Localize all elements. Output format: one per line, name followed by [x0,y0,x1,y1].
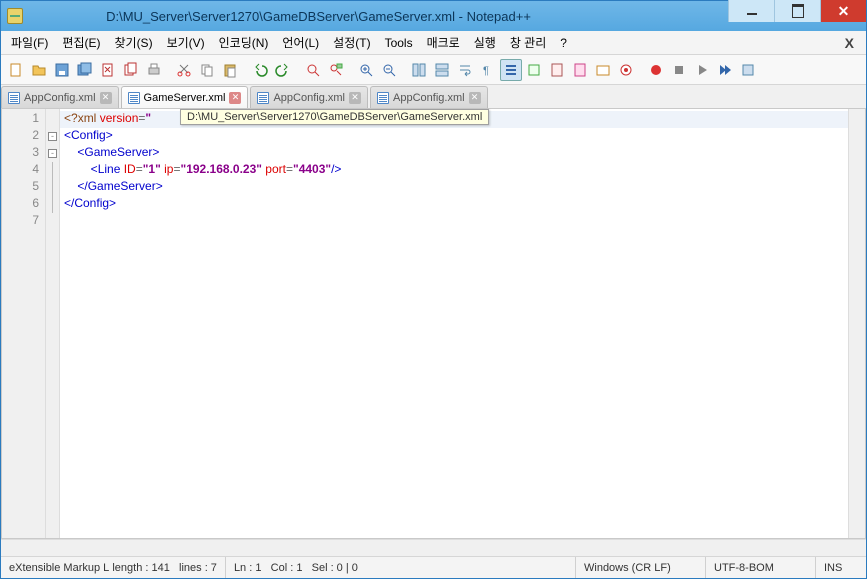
monitor-icon[interactable] [615,59,637,81]
tab-appconfig-1[interactable]: AppConfig.xml ✕ [1,86,119,108]
show-all-chars-icon[interactable]: ¶ [477,59,499,81]
menu-view[interactable]: 보기(V) [161,32,211,53]
close-tab-icon[interactable]: ✕ [229,92,241,104]
svg-text:¶: ¶ [483,65,489,77]
file-icon [128,92,140,104]
menu-search[interactable]: 찾기(S) [108,32,158,53]
menubar: 파일(F) 편집(E) 찾기(S) 보기(V) 인코딩(N) 언어(L) 설정(… [1,31,866,55]
tab-label: AppConfig.xml [24,92,96,104]
editor-container: 1234567 -- D:\MU_Server\Server1270\GameD… [1,109,866,556]
folder-panel-icon[interactable] [592,59,614,81]
zoom-in-icon[interactable] [355,59,377,81]
tab-tooltip: D:\MU_Server\Server1270\GameDBServer\Gam… [180,109,489,125]
tab-label: GameServer.xml [144,92,226,104]
tabbar: AppConfig.xml ✕ GameServer.xml ✕ AppConf… [1,85,866,109]
tab-appconfig-2[interactable]: AppConfig.xml ✕ [250,86,368,108]
close-doc-button[interactable]: X [837,35,862,51]
tab-appconfig-3[interactable]: AppConfig.xml ✕ [370,86,488,108]
save-all-icon[interactable] [74,59,96,81]
sync-v-icon[interactable] [408,59,430,81]
record-macro-icon[interactable] [645,59,667,81]
toolbar: ¶ [1,55,866,85]
status-insert-mode: INS [816,557,866,578]
zoom-out-icon[interactable] [378,59,400,81]
open-file-icon[interactable] [28,59,50,81]
undo-icon[interactable] [249,59,271,81]
menu-macro[interactable]: 매크로 [421,32,466,53]
vertical-scrollbar[interactable] [848,109,865,538]
window-title: D:\MU_Server\Server1270\GameDBServer\Gam… [29,9,728,24]
tab-label: AppConfig.xml [393,92,465,104]
save-icon[interactable] [51,59,73,81]
app-window: D:\MU_Server\Server1270\GameDBServer\Gam… [0,0,867,579]
menu-tools[interactable]: Tools [379,34,419,52]
tab-gameserver[interactable]: GameServer.xml ✕ [121,86,249,108]
tab-label: AppConfig.xml [273,92,345,104]
status-lang: eXtensible Markup L length : 141 lines :… [1,557,226,578]
menu-help[interactable]: ? [554,34,573,52]
maximize-button[interactable] [774,0,820,22]
code-area[interactable]: D:\MU_Server\Server1270\GameDBServer\Gam… [60,109,848,538]
replace-icon[interactable] [325,59,347,81]
stop-macro-icon[interactable] [668,59,690,81]
play-macro-icon[interactable] [691,59,713,81]
titlebar: D:\MU_Server\Server1270\GameDBServer\Gam… [1,1,866,31]
close-tab-icon[interactable]: ✕ [469,92,481,104]
save-macro-icon[interactable] [737,59,759,81]
menu-window[interactable]: 창 관리 [504,32,552,53]
play-multi-icon[interactable] [714,59,736,81]
line-number-gutter: 1234567 [2,109,46,538]
editor[interactable]: 1234567 -- D:\MU_Server\Server1270\GameD… [1,109,866,539]
fold-gutter: -- [46,109,60,538]
wrap-icon[interactable] [454,59,476,81]
menu-lang[interactable]: 언어(L) [276,32,325,53]
redo-icon[interactable] [272,59,294,81]
indent-guide-icon[interactable] [500,59,522,81]
userlang-icon[interactable] [523,59,545,81]
new-file-icon[interactable] [5,59,27,81]
window-controls: ✕ [728,1,866,31]
app-icon [7,8,23,24]
menu-run[interactable]: 실행 [468,32,502,53]
menu-encoding[interactable]: 인코딩(N) [213,32,275,53]
menu-file[interactable]: 파일(F) [5,32,54,53]
menu-settings[interactable]: 설정(T) [327,32,376,53]
close-all-icon[interactable] [120,59,142,81]
sync-h-icon[interactable] [431,59,453,81]
find-icon[interactable] [302,59,324,81]
minimize-button[interactable] [728,0,774,22]
close-tab-icon[interactable]: ✕ [349,92,361,104]
func-list-icon[interactable] [569,59,591,81]
doc-map-icon[interactable] [546,59,568,81]
statusbar: eXtensible Markup L length : 141 lines :… [1,556,866,578]
horizontal-scrollbar[interactable] [1,539,866,556]
status-encoding: UTF-8-BOM [706,557,816,578]
menu-edit[interactable]: 편집(E) [56,32,106,53]
cut-icon[interactable] [173,59,195,81]
file-icon [8,92,20,104]
status-eol: Windows (CR LF) [576,557,706,578]
paste-icon[interactable] [219,59,241,81]
status-caret: Ln : 1 Col : 1 Sel : 0 | 0 [226,557,576,578]
file-icon [257,92,269,104]
close-file-icon[interactable] [97,59,119,81]
copy-icon[interactable] [196,59,218,81]
file-icon [377,92,389,104]
close-tab-icon[interactable]: ✕ [100,92,112,104]
print-icon[interactable] [143,59,165,81]
close-window-button[interactable]: ✕ [820,0,866,22]
